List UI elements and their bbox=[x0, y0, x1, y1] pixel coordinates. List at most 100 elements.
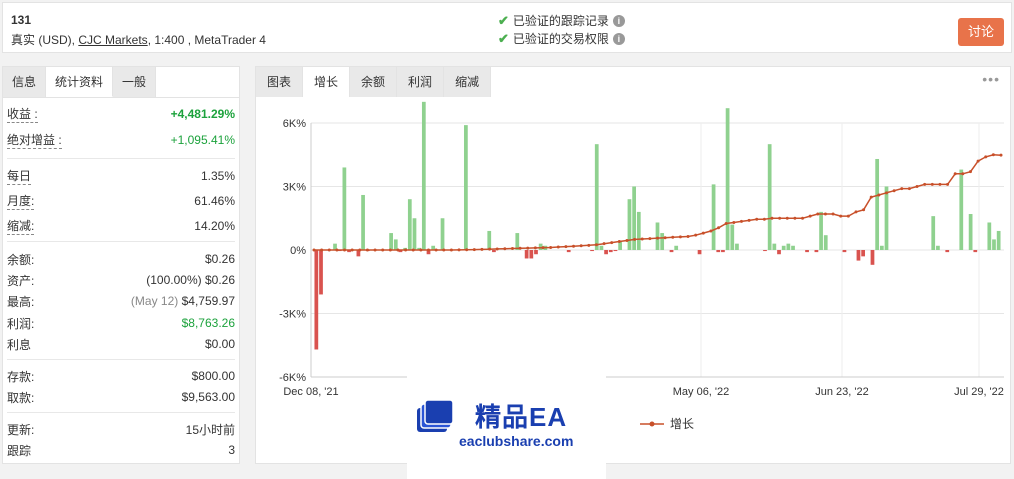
growth-point bbox=[472, 248, 476, 252]
more-dots-icon[interactable]: ••• bbox=[982, 71, 1000, 87]
bar bbox=[440, 218, 445, 250]
stat-label[interactable]: 收益 : bbox=[7, 105, 38, 123]
growth-point bbox=[991, 153, 995, 157]
bar bbox=[529, 250, 534, 259]
growth-point bbox=[709, 229, 713, 233]
bar bbox=[861, 250, 866, 257]
tab-general[interactable]: 一般 bbox=[113, 67, 157, 97]
bar bbox=[763, 250, 767, 252]
growth-point bbox=[572, 244, 576, 248]
growth-point bbox=[686, 234, 690, 238]
tab-chart[interactable]: 图表 bbox=[256, 67, 304, 97]
check-icon: ✔ bbox=[498, 30, 509, 46]
bar bbox=[566, 250, 571, 253]
bar bbox=[492, 250, 496, 253]
bar bbox=[669, 250, 674, 253]
bar bbox=[319, 250, 323, 295]
growth-point bbox=[320, 248, 324, 252]
growth-point bbox=[923, 182, 927, 186]
stat-value: $9,563.00 bbox=[181, 390, 235, 404]
discuss-button[interactable]: 讨论 bbox=[958, 18, 1004, 46]
growth-point bbox=[610, 241, 614, 245]
bar bbox=[856, 250, 861, 261]
y-tick-label: 6K% bbox=[283, 118, 306, 130]
bar bbox=[959, 169, 964, 250]
growth-point bbox=[640, 237, 644, 241]
stat-value: 15小时前 bbox=[185, 422, 235, 437]
growth-point bbox=[656, 236, 659, 240]
tab-growth[interactable]: 增长 bbox=[303, 67, 351, 97]
growth-point bbox=[785, 216, 789, 220]
growth-point bbox=[747, 218, 751, 222]
legend-line-icon bbox=[640, 421, 664, 426]
growth-point bbox=[533, 246, 537, 250]
bar bbox=[594, 144, 599, 250]
stat-label[interactable]: 绝对增益 : bbox=[7, 131, 62, 149]
bar bbox=[721, 250, 725, 253]
growth-point bbox=[846, 214, 850, 218]
x-tick-label: Dec 08, '21 bbox=[283, 386, 338, 398]
account-id: 131 bbox=[11, 13, 32, 27]
chart-legend[interactable]: 增长 bbox=[640, 415, 694, 432]
growth-point bbox=[801, 216, 805, 220]
stat-label: 取款: bbox=[7, 390, 35, 405]
growth-point bbox=[587, 243, 591, 247]
bar bbox=[884, 186, 889, 250]
bar bbox=[697, 250, 702, 255]
stat-label[interactable]: 每日 bbox=[7, 167, 32, 185]
stat-value: $800.00 bbox=[191, 369, 235, 383]
tab-statistics[interactable]: 统计资料 bbox=[46, 67, 114, 97]
growth-point bbox=[862, 208, 866, 212]
growth-point bbox=[678, 235, 682, 239]
info-icon[interactable]: i bbox=[612, 14, 625, 27]
tab-profit[interactable]: 利润 bbox=[397, 67, 445, 97]
stat-label[interactable]: 缩减: bbox=[7, 217, 35, 235]
bar bbox=[524, 250, 529, 259]
tab-balance[interactable]: 余额 bbox=[350, 67, 398, 97]
growth-point bbox=[984, 155, 988, 159]
stat-profit: 利润: $8,763.26 bbox=[7, 313, 235, 333]
growth-point bbox=[953, 172, 957, 176]
growth-point bbox=[503, 247, 507, 251]
stat-label[interactable]: 月度: bbox=[7, 192, 35, 210]
stat-tracking: 跟踪 3 bbox=[7, 440, 235, 460]
bar bbox=[389, 233, 393, 250]
stat-value: 61.46% bbox=[194, 194, 235, 208]
tab-drawdown[interactable]: 缩减 bbox=[444, 67, 492, 97]
tab-info[interactable]: 信息 bbox=[3, 67, 47, 97]
stat-label: 资产: bbox=[7, 273, 35, 288]
chart-tabs: 图表 增长 余额 利润 缩减 bbox=[256, 67, 492, 97]
growth-point bbox=[312, 248, 316, 252]
broker-link[interactable]: CJC Markets bbox=[78, 33, 147, 47]
growth-point bbox=[633, 237, 637, 241]
growth-point bbox=[442, 248, 446, 252]
stat-deposits: 存款: $800.00 bbox=[7, 366, 235, 386]
bar bbox=[777, 250, 781, 255]
stat-label: 跟踪 bbox=[7, 443, 32, 458]
info-icon[interactable]: i bbox=[612, 32, 625, 45]
stat-value: $0.26 bbox=[204, 252, 235, 266]
stat-balance: 余额: $0.26 bbox=[7, 249, 235, 269]
bar bbox=[992, 239, 996, 250]
growth-point bbox=[480, 247, 484, 251]
growth-point bbox=[907, 187, 911, 191]
growth-point bbox=[930, 182, 934, 186]
y-tick-label: -3K% bbox=[279, 309, 306, 321]
growth-point bbox=[449, 248, 453, 252]
bar bbox=[599, 245, 604, 250]
growth-point bbox=[579, 244, 583, 248]
bar bbox=[674, 245, 679, 250]
growth-chart: 6K% 3K% 0% -3K% -6K% Dec 08, '21 May 06, '22 Ju… bbox=[279, 101, 1004, 398]
growth-point bbox=[465, 248, 469, 252]
growth-point bbox=[373, 248, 377, 252]
bar bbox=[781, 245, 786, 250]
bar bbox=[870, 250, 875, 265]
growth-point bbox=[869, 195, 873, 199]
account-description: 真实 (USD), CJC Markets, 1:400 , MetaTrade… bbox=[11, 31, 266, 48]
stats-panel: 信息 统计资料 一般 收益 : +4,481.29% 绝对增益 : +1,095… bbox=[2, 66, 240, 464]
bar bbox=[996, 230, 1001, 250]
bar bbox=[590, 250, 594, 252]
bar bbox=[636, 211, 641, 250]
growth-point bbox=[724, 222, 728, 226]
y-tick-label: 0% bbox=[290, 245, 306, 257]
